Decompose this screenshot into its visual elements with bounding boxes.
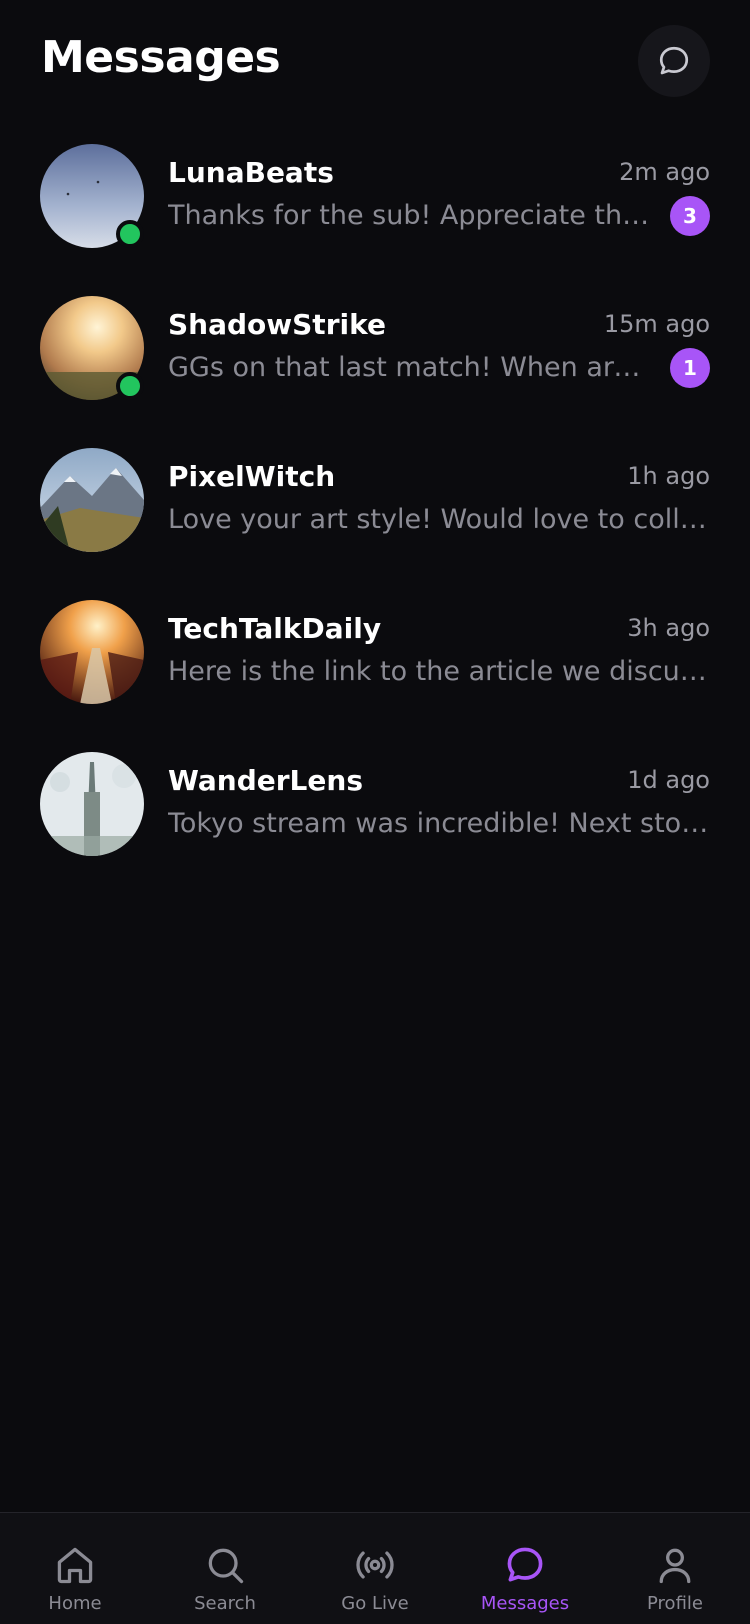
tab-messages[interactable]: Messages <box>450 1513 600 1624</box>
online-indicator <box>116 220 144 248</box>
tab-search[interactable]: Search <box>150 1513 300 1624</box>
search-icon <box>208 1548 244 1584</box>
avatar <box>40 600 144 704</box>
unread-badge: 3 <box>670 196 710 236</box>
conversation-row[interactable]: WanderLens 1d ago Tokyo stream was incre… <box>0 748 750 900</box>
conversation-time: 15m ago <box>603 310 710 338</box>
tab-label: Home <box>48 1593 102 1614</box>
conversation-time: 2m ago <box>619 158 710 186</box>
page-title: Messages <box>41 32 281 83</box>
message-preview: Tokyo stream was incredible! Next stop: … <box>168 808 710 839</box>
broadcast-icon <box>356 1551 394 1579</box>
chat-bubble-icon <box>507 1547 543 1582</box>
avatar <box>40 752 144 856</box>
conversation-name: LunaBeats <box>168 156 334 189</box>
conversation-row[interactable]: PixelWitch 1h ago Love your art style! W… <box>0 444 750 596</box>
unread-badge: 1 <box>670 348 710 388</box>
message-preview: Here is the link to the article we discu… <box>168 656 710 687</box>
conversation-row[interactable]: TechTalkDaily 3h ago Here is the link to… <box>0 596 750 748</box>
conversation-time: 1h ago <box>627 462 710 490</box>
tab-label: Messages <box>480 1593 570 1614</box>
tab-profile[interactable]: Profile <box>600 1513 750 1624</box>
conversation-row[interactable]: LunaBeats 2m ago Thanks for the sub! App… <box>0 140 750 292</box>
conversation-name: TechTalkDaily <box>168 612 382 645</box>
tab-label: Profile <box>647 1593 703 1614</box>
tab-go-live[interactable]: Go Live <box>300 1513 450 1624</box>
conversation-time: 1d ago <box>627 766 710 794</box>
tab-home[interactable]: Home <box>0 1513 150 1624</box>
new-message-button[interactable] <box>638 25 710 97</box>
home-icon <box>57 1547 93 1584</box>
bottom-tab-bar: Home Search Go Live Messages Profile <box>0 1512 750 1624</box>
avatar <box>40 448 144 552</box>
message-preview: Love your art style! Would love to colla… <box>168 504 710 535</box>
tab-label: Go Live <box>341 1593 409 1614</box>
conversation-name: PixelWitch <box>168 460 336 493</box>
conversation-list: LunaBeats 2m ago Thanks for the sub! App… <box>0 140 750 900</box>
conversation-time: 3h ago <box>627 614 710 642</box>
message-preview: GGs on that last match! When are you str… <box>168 352 650 383</box>
online-indicator <box>116 372 144 400</box>
message-preview: Thanks for the sub! Appreciate the suppo… <box>168 200 650 231</box>
user-icon <box>659 1548 691 1584</box>
header: Messages <box>0 0 750 120</box>
tab-label: Search <box>194 1593 256 1614</box>
chat-bubble-icon <box>659 46 689 75</box>
conversation-name: ShadowStrike <box>168 308 386 341</box>
conversation-name: WanderLens <box>168 764 363 797</box>
messages-screen: Messages LunaBeats 2m ago Thanks for the… <box>0 0 750 1624</box>
conversation-row[interactable]: ShadowStrike 15m ago GGs on that last ma… <box>0 292 750 444</box>
